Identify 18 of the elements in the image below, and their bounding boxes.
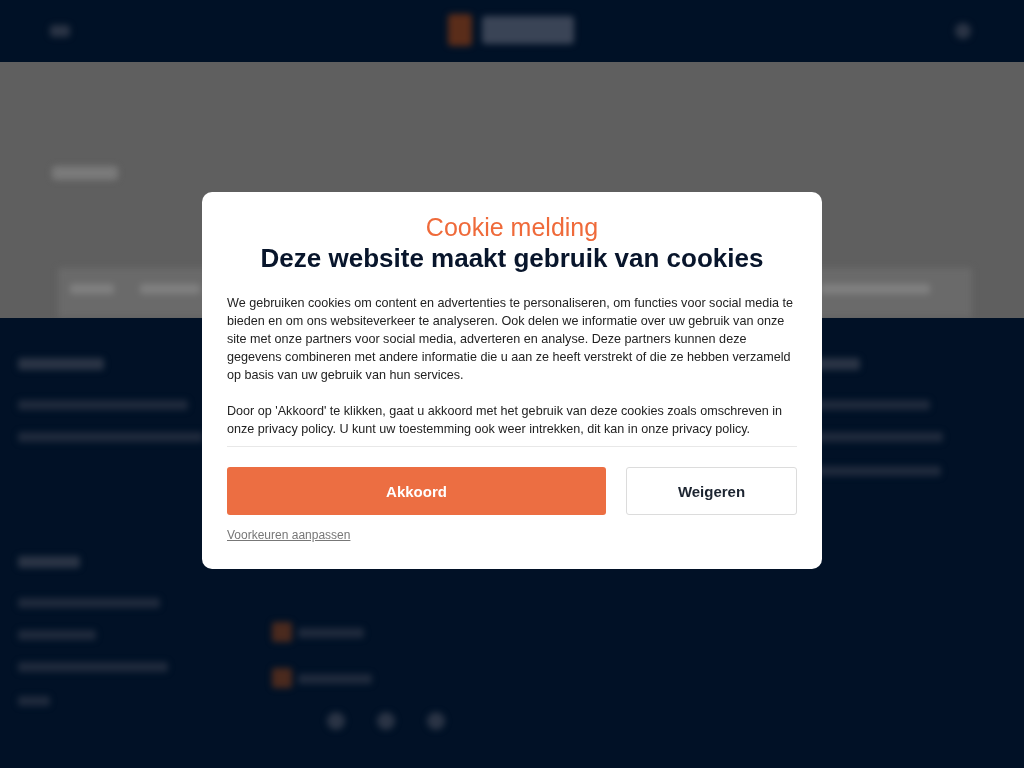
blurred-text <box>18 696 50 706</box>
dialog-paragraph: We gebruiken cookies om content en advertenties te personaliseren, om functies voor social media te bieden en om ons websiteverkeer te analyseren. Ook delen we informatie over uw gebruik van onze site met onze partners voor social media, adverteren en analyse. Deze partners kunnen deze gegevens combineren met andere informatie die u aan ze heeft verstrekt of die ze hebben verzameld op basis van uw gebruik van hun services. <box>227 295 795 384</box>
blurred-icon <box>50 25 70 37</box>
dialog-paragraph: Door op 'Akkoord' te klikken, gaat u akkoord met het gebruik van deze cookies zoals omschreven in onze privacy policy. U kunt uw toestemming ook weer intrekken, dit kan in onze privacy policy. <box>227 403 784 438</box>
decline-button[interactable]: Weigeren <box>626 467 797 515</box>
blurred-text <box>52 166 118 180</box>
blurred-icon <box>377 712 395 730</box>
blurred-text <box>18 556 80 568</box>
dialog-heading: Deze website maakt gebruik van cookies <box>259 242 765 274</box>
dialog-title: Cookie melding <box>424 212 600 242</box>
blurred-icon <box>955 23 971 39</box>
blurred-icon <box>272 668 292 688</box>
blurred-icon <box>427 712 445 730</box>
accept-button[interactable]: Akkoord <box>227 467 606 515</box>
blurred-icon <box>272 622 292 642</box>
preferences-link[interactable]: Voorkeuren aanpassen <box>227 528 351 542</box>
blurred-icon <box>327 712 345 730</box>
blurred-text <box>298 628 364 638</box>
